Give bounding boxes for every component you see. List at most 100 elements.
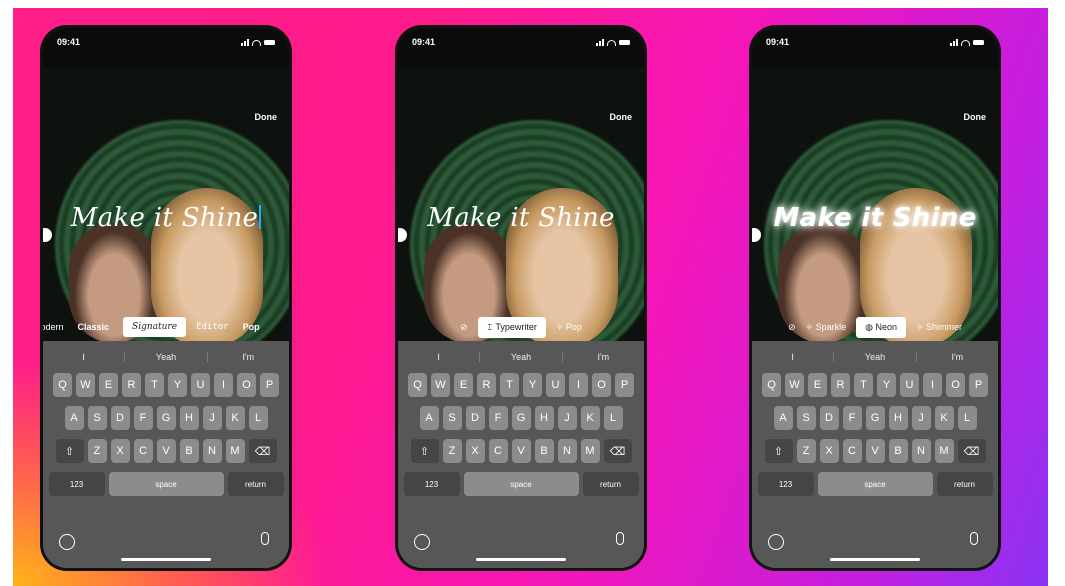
key[interactable]: K <box>934 406 954 430</box>
style-classic[interactable]: Classic <box>78 322 110 332</box>
numbers-key[interactable]: 123 <box>48 472 105 496</box>
key[interactable]: C <box>488 439 508 463</box>
emoji-icon[interactable] <box>768 534 784 550</box>
key[interactable]: E <box>808 373 827 397</box>
key[interactable]: K <box>580 406 600 430</box>
size-slider-handle[interactable] <box>752 228 761 242</box>
clear-icon[interactable]: ⊘ <box>460 322 468 333</box>
key[interactable]: T <box>145 373 164 397</box>
key[interactable]: Q <box>408 373 427 397</box>
key[interactable]: R <box>831 373 850 397</box>
key[interactable]: D <box>819 406 839 430</box>
key[interactable]: J <box>557 406 577 430</box>
numbers-key[interactable]: 123 <box>403 472 460 496</box>
animation-typewriter[interactable]: 𝙸 Typewriter <box>477 316 546 338</box>
return-key[interactable]: return <box>936 472 993 496</box>
suggestion[interactable]: I <box>752 352 835 362</box>
key[interactable]: B <box>534 439 554 463</box>
key[interactable]: L <box>603 406 623 430</box>
key[interactable]: B <box>888 439 908 463</box>
done-button[interactable]: Done <box>610 112 633 122</box>
style-editor[interactable]: Editor <box>196 322 229 332</box>
emoji-icon[interactable] <box>414 534 430 550</box>
key[interactable]: W <box>431 373 450 397</box>
key[interactable]: E <box>454 373 473 397</box>
headline-text[interactable]: Make it Shine <box>398 203 644 233</box>
key[interactable]: X <box>819 439 839 463</box>
space-key[interactable]: space <box>817 472 933 496</box>
suggestion[interactable]: Yeah <box>834 352 917 362</box>
headline-text[interactable]: Make it Shine <box>43 203 289 233</box>
mic-icon[interactable] <box>970 532 978 545</box>
space-key[interactable]: space <box>463 472 579 496</box>
suggestion[interactable]: Yeah <box>125 352 208 362</box>
size-slider-handle[interactable] <box>398 228 407 242</box>
key[interactable]: X <box>110 439 130 463</box>
key[interactable]: C <box>842 439 862 463</box>
suggestion[interactable]: I <box>398 352 481 362</box>
key[interactable]: H <box>888 406 908 430</box>
key[interactable]: I <box>214 373 233 397</box>
key[interactable]: P <box>615 373 634 397</box>
key[interactable]: O <box>237 373 256 397</box>
key[interactable]: U <box>546 373 565 397</box>
key[interactable]: Z <box>442 439 462 463</box>
key[interactable]: V <box>865 439 885 463</box>
key[interactable]: T <box>854 373 873 397</box>
key[interactable]: G <box>865 406 885 430</box>
key[interactable]: W <box>785 373 804 397</box>
key[interactable]: M <box>934 439 954 463</box>
key[interactable]: T <box>500 373 519 397</box>
key[interactable]: I <box>923 373 942 397</box>
delete-icon[interactable]: ⌫ <box>603 439 632 463</box>
suggestion[interactable]: I'm <box>917 352 998 362</box>
key[interactable]: B <box>179 439 199 463</box>
shift-icon[interactable]: ⇧ <box>764 439 793 463</box>
key[interactable]: V <box>511 439 531 463</box>
key[interactable]: H <box>534 406 554 430</box>
key[interactable]: H <box>179 406 199 430</box>
key[interactable]: L <box>248 406 268 430</box>
key[interactable]: S <box>442 406 462 430</box>
key[interactable]: G <box>511 406 531 430</box>
clear-icon[interactable]: ⊘ <box>788 322 796 333</box>
key[interactable]: D <box>110 406 130 430</box>
effect-shimmer[interactable]: ✧ Shimmer <box>916 322 962 333</box>
key[interactable]: Y <box>168 373 187 397</box>
key[interactable]: F <box>488 406 508 430</box>
style-signature[interactable]: Signature <box>123 317 187 337</box>
key[interactable]: U <box>191 373 210 397</box>
done-button[interactable]: Done <box>964 112 987 122</box>
animation-pop[interactable]: ✧ Pop <box>556 322 582 333</box>
key[interactable]: K <box>225 406 245 430</box>
effect-sparkle[interactable]: ✧ Sparkle <box>806 322 847 333</box>
key[interactable]: I <box>569 373 588 397</box>
key[interactable]: F <box>842 406 862 430</box>
key[interactable]: Z <box>87 439 107 463</box>
key[interactable]: G <box>156 406 176 430</box>
key[interactable]: M <box>225 439 245 463</box>
key[interactable]: F <box>133 406 153 430</box>
key[interactable]: J <box>911 406 931 430</box>
key[interactable]: U <box>900 373 919 397</box>
effect-neon[interactable]: ◍ Neon <box>856 316 906 338</box>
key[interactable]: N <box>202 439 222 463</box>
key[interactable]: D <box>465 406 485 430</box>
key[interactable]: V <box>156 439 176 463</box>
key[interactable]: X <box>465 439 485 463</box>
suggestion[interactable]: I'm <box>208 352 289 362</box>
key[interactable]: O <box>592 373 611 397</box>
shift-icon[interactable]: ⇧ <box>55 439 84 463</box>
key[interactable]: N <box>557 439 577 463</box>
key[interactable]: R <box>122 373 141 397</box>
style-modern[interactable]: Modern <box>43 322 64 332</box>
return-key[interactable]: return <box>227 472 284 496</box>
key[interactable]: Q <box>762 373 781 397</box>
suggestion[interactable]: Yeah <box>480 352 563 362</box>
key[interactable]: E <box>99 373 118 397</box>
return-key[interactable]: return <box>582 472 639 496</box>
mic-icon[interactable] <box>616 532 624 545</box>
key[interactable]: J <box>202 406 222 430</box>
shift-icon[interactable]: ⇧ <box>410 439 439 463</box>
delete-icon[interactable]: ⌫ <box>957 439 986 463</box>
